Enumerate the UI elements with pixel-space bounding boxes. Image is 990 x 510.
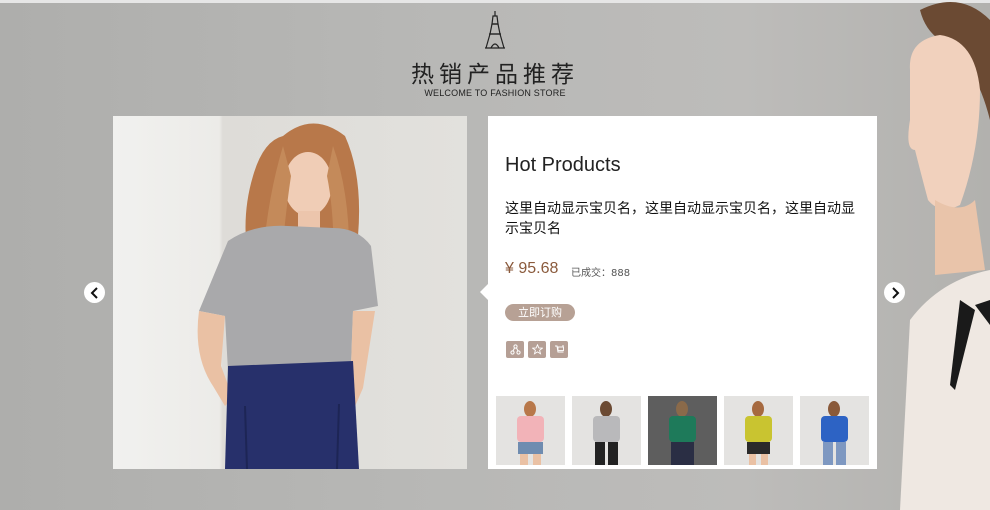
sold-count: 已成交：888 bbox=[571, 268, 631, 279]
product-description: 这里自动显示宝贝名，这里自动显示宝贝名，这里自动显示宝贝名 bbox=[505, 201, 855, 237]
buy-now-button[interactable]: 立即订购 bbox=[505, 304, 575, 321]
thumbnail-5[interactable] bbox=[800, 396, 869, 465]
chevron-left-icon bbox=[90, 286, 98, 299]
panel-pointer bbox=[480, 284, 488, 300]
thumbnail-2[interactable] bbox=[572, 396, 641, 465]
star-icon bbox=[531, 344, 543, 355]
product-main-image[interactable] bbox=[113, 116, 467, 469]
thumbnail-image bbox=[496, 396, 565, 465]
section-header: 热销产品推荐 WELCOME TO FASHION STORE bbox=[390, 8, 600, 98]
prev-button[interactable] bbox=[84, 282, 105, 303]
favorite-button[interactable] bbox=[528, 341, 546, 358]
share-button[interactable] bbox=[506, 341, 524, 358]
action-icons bbox=[506, 341, 568, 358]
cart-icon bbox=[554, 345, 564, 353]
model-illustration bbox=[197, 123, 378, 469]
product-price: ¥ 95.68 bbox=[505, 260, 559, 277]
section-subtitle: WELCOME TO FASHION STORE bbox=[424, 88, 566, 98]
eiffel-tower-icon bbox=[485, 11, 505, 49]
product-title: Hot Products bbox=[505, 154, 621, 176]
share-icon bbox=[509, 344, 521, 355]
thumbnail-list bbox=[496, 396, 869, 465]
thumbnail-image bbox=[800, 396, 869, 465]
top-border bbox=[0, 0, 990, 3]
thumbnail-3[interactable] bbox=[648, 396, 717, 465]
thumbnail-image bbox=[572, 396, 641, 465]
cart-button[interactable] bbox=[550, 341, 568, 358]
thumbnail-image bbox=[648, 396, 717, 465]
side-model-image bbox=[880, 0, 990, 510]
side-model-illustration bbox=[900, 2, 990, 510]
section-title: 热销产品推荐 bbox=[411, 62, 579, 88]
product-info-panel: Hot Products 这里自动显示宝贝名，这里自动显示宝贝名，这里自动显示宝… bbox=[480, 116, 877, 469]
thumbnail-4[interactable] bbox=[724, 396, 793, 465]
thumbnail-image bbox=[724, 396, 793, 465]
thumbnail-1[interactable] bbox=[496, 396, 565, 465]
